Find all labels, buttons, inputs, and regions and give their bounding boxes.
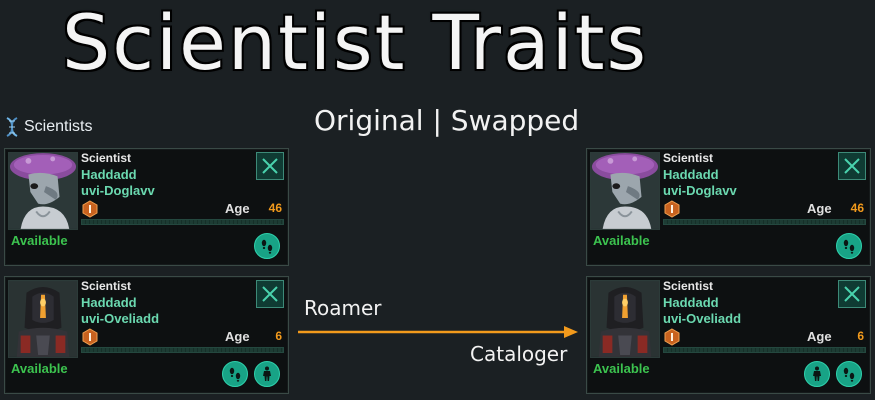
age-label: Age (225, 201, 250, 216)
right-arrow-icon (298, 326, 578, 338)
age-value: 6 (857, 329, 864, 343)
leader-class: Scientist (81, 151, 132, 165)
leader-name-first: Haddadd (81, 295, 137, 310)
body-trait-button[interactable] (804, 361, 830, 387)
humanoid-body-icon (263, 366, 271, 381)
leader-name-last: uvi-Doglavv (663, 183, 737, 198)
scientist-card-swapped-2[interactable]: Available Scientist Haddadd uvi-Oveliadd… (586, 276, 871, 394)
level-badge-icon (82, 328, 98, 346)
footsteps-icon (261, 239, 273, 254)
portrait-mushroom-alien[interactable] (8, 152, 78, 230)
footsteps-icon (843, 367, 855, 382)
age-value: 46 (850, 201, 864, 215)
experience-bar (663, 219, 866, 225)
leader-name-first: Haddadd (81, 167, 137, 182)
scientists-panel-label: Scientists (24, 118, 93, 135)
footsteps-icon (843, 239, 855, 254)
status-label: Available (593, 233, 650, 248)
age-value: 6 (275, 329, 282, 343)
comparison-subtitle: Original | Swapped (314, 104, 580, 137)
age-label: Age (225, 329, 250, 344)
level-badge-icon (82, 200, 98, 218)
experience-bar (81, 219, 284, 225)
close-icon (262, 158, 278, 174)
scientist-card-original-1[interactable]: Available Scientist Haddadd uvi-Doglavv … (4, 148, 289, 266)
footsteps-button[interactable] (222, 361, 248, 387)
leader-class: Scientist (663, 279, 714, 293)
dismiss-button[interactable] (838, 152, 866, 180)
leader-name-last: uvi-Oveliadd (81, 311, 160, 326)
dismiss-button[interactable] (256, 152, 284, 180)
footsteps-button[interactable] (836, 233, 862, 259)
robot-alien-portrait-image (9, 281, 77, 357)
close-icon (844, 286, 860, 302)
leader-name-last: uvi-Oveliadd (663, 311, 742, 326)
close-icon (262, 286, 278, 302)
status-label: Available (593, 361, 650, 376)
mushroom-alien-portrait-image (591, 153, 659, 229)
scientist-card-swapped-1[interactable]: Available Scientist Haddadd uvi-Doglavv … (586, 148, 871, 266)
level-badge-icon (664, 328, 680, 346)
swap-arrow (298, 326, 578, 338)
status-label: Available (11, 233, 68, 248)
swapped-trait-label: Cataloger (470, 342, 568, 366)
age-value: 46 (268, 201, 282, 215)
original-trait-label: Roamer (304, 296, 382, 320)
page-title: Scientist Traits (62, 0, 649, 87)
robot-alien-portrait-image (591, 281, 659, 357)
leader-name-last: uvi-Doglavv (81, 183, 155, 198)
leader-name-first: Haddadd (663, 295, 719, 310)
scientist-card-original-2[interactable]: Available Scientist Haddadd uvi-Oveliadd… (4, 276, 289, 394)
age-label: Age (807, 329, 832, 344)
body-trait-button[interactable] (254, 361, 280, 387)
scientists-panel-header[interactable]: Scientists (4, 116, 92, 138)
footsteps-button[interactable] (254, 233, 280, 259)
status-label: Available (11, 361, 68, 376)
humanoid-body-icon (813, 366, 821, 381)
experience-bar (663, 347, 866, 353)
dismiss-button[interactable] (838, 280, 866, 308)
leader-class: Scientist (663, 151, 714, 165)
mushroom-alien-portrait-image (9, 153, 77, 229)
experience-bar (81, 347, 284, 353)
footsteps-icon (229, 367, 241, 382)
dna-icon (6, 117, 18, 137)
leader-name-first: Haddadd (663, 167, 719, 182)
footsteps-button[interactable] (836, 361, 862, 387)
leader-class: Scientist (81, 279, 132, 293)
age-label: Age (807, 201, 832, 216)
portrait-mushroom-alien[interactable] (590, 152, 660, 230)
dismiss-button[interactable] (256, 280, 284, 308)
portrait-robot-alien[interactable] (590, 280, 660, 358)
portrait-robot-alien[interactable] (8, 280, 78, 358)
close-icon (844, 158, 860, 174)
level-badge-icon (664, 200, 680, 218)
